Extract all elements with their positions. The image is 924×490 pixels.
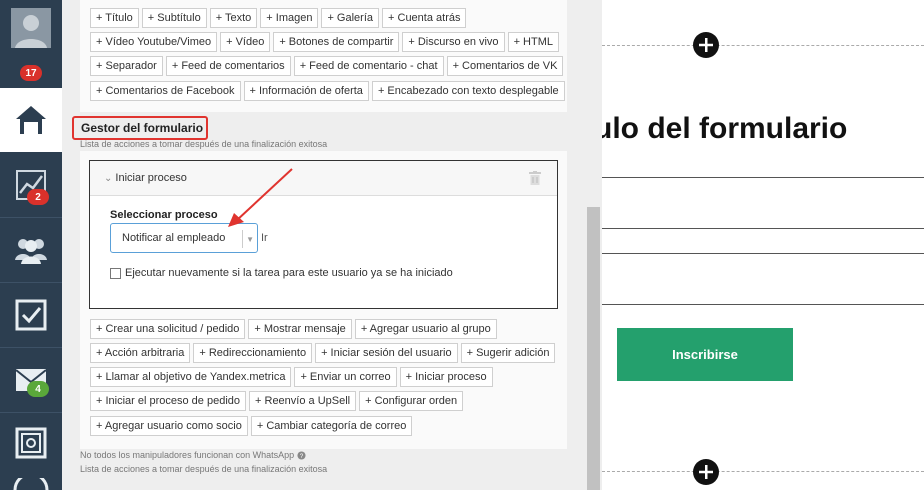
add-subtitle-button[interactable]: + Subtítulo: [141, 8, 207, 28]
rerun-checkbox-row: Ejecutar nuevamente si la tarea para est…: [110, 267, 453, 279]
mail-badge[interactable]: 4: [27, 381, 49, 397]
subscribe-button[interactable]: Inscribirse: [617, 328, 793, 381]
add-user-to-group-button[interactable]: + Agregar usuario al grupo: [354, 319, 497, 339]
start-process-card: ⌄ Iniciar proceso Seleccionar proceso No…: [89, 160, 558, 309]
elements-row-1: + Título + Subtítulo + Texto + Imagen + …: [90, 8, 467, 28]
actions-row-3: + Llamar al objetivo de Yandex.metrica +…: [90, 367, 493, 387]
notifications-badge[interactable]: 17: [20, 65, 42, 81]
sidebar-item-home[interactable]: [0, 88, 62, 152]
start-process-header[interactable]: ⌄ Iniciar proceso: [90, 161, 557, 196]
add-facebook-comments-button[interactable]: + Comentarios de Facebook: [90, 81, 241, 101]
arbitrary-action-button[interactable]: + Acción arbitraria: [90, 343, 191, 363]
trash-icon[interactable]: [529, 171, 541, 185]
safe-icon: [15, 427, 47, 459]
add-section-bottom-button[interactable]: [693, 459, 719, 485]
rerun-checkbox[interactable]: [110, 267, 121, 279]
select-process-label: Seleccionar proceso: [110, 209, 218, 221]
upsell-redirect-button[interactable]: + Reenvío a UpSell: [249, 391, 357, 411]
configure-order-button[interactable]: + Configurar orden: [359, 391, 464, 411]
add-html-button[interactable]: + HTML: [507, 32, 559, 52]
add-comments-feed-button[interactable]: + Feed de comentarios: [165, 56, 291, 76]
redirect-button[interactable]: + Redireccionamiento: [193, 343, 313, 363]
start-process-button[interactable]: + Iniciar proceso: [399, 367, 493, 387]
bottom-hint: Lista de acciones a tomar después de una…: [80, 464, 328, 474]
actions-row-2: + Acción arbitraria + Redireccionamiento…: [90, 343, 556, 363]
section-divider-bottom: [602, 471, 924, 472]
add-comment-chat-feed-button[interactable]: + Feed de comentario - chat: [293, 56, 444, 76]
panel-scrollbar[interactable]: [587, 207, 600, 490]
add-image-button[interactable]: + Imagen: [260, 8, 319, 28]
chevron-down-icon: ⌄: [104, 172, 113, 184]
section-divider-top: [602, 45, 924, 46]
add-collapsible-header-button[interactable]: + Encabezado con texto desplegable: [371, 81, 565, 101]
sidebar-item-users[interactable]: [0, 218, 62, 282]
svg-text:?: ?: [300, 453, 304, 460]
form-field-line: [602, 253, 924, 254]
add-section-top-button[interactable]: [693, 32, 719, 58]
add-countdown-button[interactable]: + Cuenta atrás: [382, 8, 467, 28]
form-handler-hint: Lista de acciones a tomar después de una…: [80, 139, 328, 149]
sidebar-item-safe[interactable]: [0, 413, 62, 473]
checkbox-icon: [15, 299, 47, 331]
add-text-button[interactable]: + Texto: [209, 8, 258, 28]
add-separator-button[interactable]: + Separador: [90, 56, 163, 76]
add-youtube-video-button[interactable]: + Vídeo Youtube/Vimeo: [90, 32, 218, 52]
form-handler-title: Gestor del formulario: [72, 116, 208, 140]
sidebar-item-tasks[interactable]: [0, 283, 62, 347]
avatar[interactable]: [0, 0, 62, 55]
show-message-button[interactable]: + Mostrar mensaje: [248, 319, 352, 339]
user-avatar-icon: [11, 7, 51, 48]
elements-row-3: + Separador + Feed de comentarios + Feed…: [90, 56, 564, 76]
elements-row-2: + Vídeo Youtube/Vimeo + Vídeo + Botones …: [90, 32, 559, 52]
add-vk-comments-button[interactable]: + Comentarios de VK: [446, 56, 564, 76]
actions-row-5: + Agregar usuario como socio + Cambiar c…: [90, 416, 413, 436]
page-preview: ulo del formulario Inscribirse: [602, 0, 924, 490]
plus-icon: [699, 38, 713, 52]
actions-row-1: + Crear una solicitud / pedido + Mostrar…: [90, 319, 497, 339]
plus-icon: [699, 465, 713, 479]
settings-panel: + Título + Subtítulo + Texto + Imagen + …: [62, 0, 602, 490]
send-email-button[interactable]: + Enviar un correo: [294, 367, 397, 387]
add-share-buttons-button[interactable]: + Botones de compartir: [273, 32, 400, 52]
add-gallery-button[interactable]: + Galería: [321, 8, 380, 28]
add-live-speech-button[interactable]: + Discurso en vivo: [402, 32, 505, 52]
form-title: ulo del formulario: [602, 112, 848, 145]
process-select-value: Notificar al empleado: [122, 232, 226, 244]
home-icon: [16, 106, 46, 134]
caret-down-icon: ▼: [246, 235, 254, 244]
yandex-metrica-goal-button[interactable]: + Llamar al objetivo de Yandex.metrica: [90, 367, 292, 387]
users-icon: [15, 239, 47, 264]
create-order-button[interactable]: + Crear una solicitud / pedido: [90, 319, 246, 339]
sidebar-item-more[interactable]: [0, 478, 62, 490]
suggest-addition-button[interactable]: + Sugerir adición: [460, 343, 556, 363]
start-process-title: Iniciar proceso: [115, 172, 187, 184]
sidebar-item-analytics[interactable]: [0, 153, 62, 217]
form-field-line: [602, 228, 924, 229]
question-icon[interactable]: ?: [297, 450, 306, 460]
add-video-button[interactable]: + Vídeo: [220, 32, 271, 52]
sidebar-item-mail[interactable]: [0, 348, 62, 412]
actions-row-4: + Iniciar el proceso de pedido + Reenvío…: [90, 391, 464, 411]
add-user-as-partner-button[interactable]: + Agregar usuario como socio: [90, 416, 248, 436]
user-login-button[interactable]: + Iniciar sesión del usuario: [315, 343, 458, 363]
form-field-line: [602, 177, 924, 178]
whatsapp-note-text: No todos los manipuladores funcionan con…: [80, 450, 295, 460]
annotation-arrow-icon: [228, 168, 293, 227]
rerun-checkbox-label: Ejecutar nuevamente si la tarea para est…: [125, 267, 453, 279]
add-offer-info-button[interactable]: + Información de oferta: [243, 81, 369, 101]
start-order-process-button[interactable]: + Iniciar el proceso de pedido: [90, 391, 247, 411]
whatsapp-note: No todos los manipuladores funcionan con…: [80, 450, 306, 460]
go-link[interactable]: Ir: [261, 232, 268, 244]
form-field-line: [602, 304, 924, 305]
elements-row-4: + Comentarios de Facebook + Información …: [90, 81, 565, 101]
analytics-badge[interactable]: 2: [27, 189, 49, 205]
left-sidebar: 17 2 4: [0, 0, 62, 490]
change-mail-category-button[interactable]: + Cambiar categoría de correo: [250, 416, 413, 436]
add-title-button[interactable]: + Título: [90, 8, 139, 28]
circle-icon: [13, 478, 49, 490]
